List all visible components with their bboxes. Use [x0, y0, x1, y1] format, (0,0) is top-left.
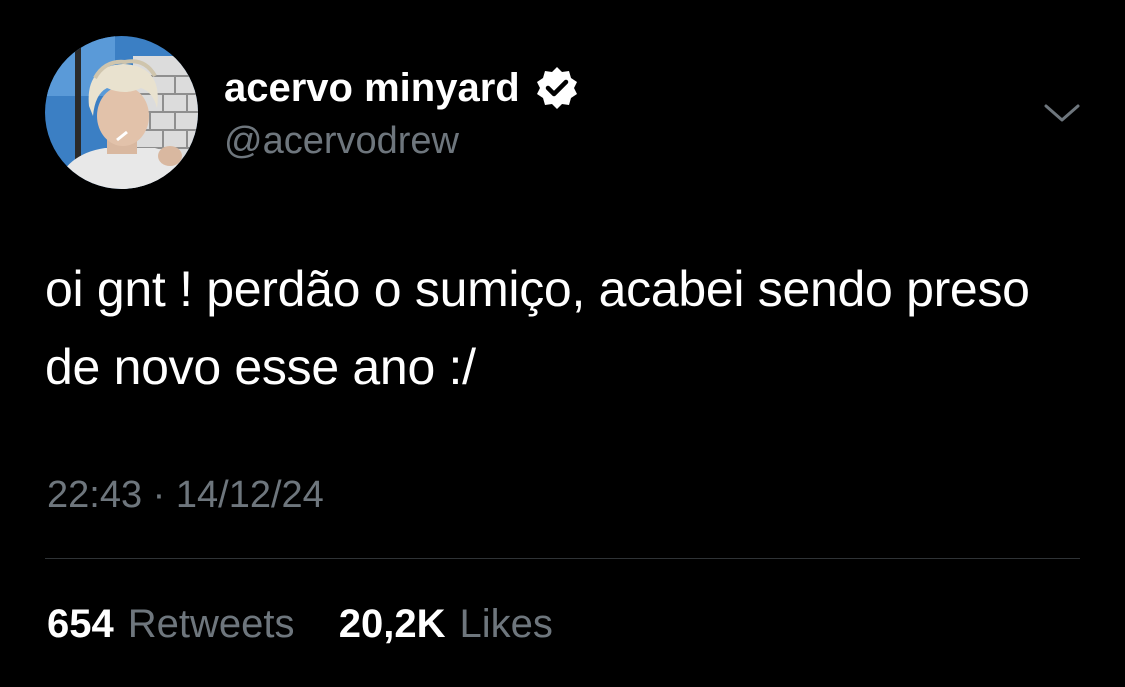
retweets-stat[interactable]: 654 Retweets: [47, 602, 306, 646]
tweet-text: oi gnt ! perdão o sumiço, acabei sendo p…: [45, 261, 1030, 395]
tweet-time: 22:43: [47, 474, 143, 516]
timestamp-separator: ·: [152, 474, 166, 516]
user-handle[interactable]: @acervodrew: [224, 117, 459, 165]
divider: [45, 558, 1080, 559]
tweet-date: 14/12/24: [175, 474, 324, 516]
tweet-timestamp[interactable]: 22:43 · 14/12/24: [47, 470, 324, 520]
avatar-photo-icon: [45, 36, 198, 189]
display-name[interactable]: acervo minyard: [224, 62, 580, 114]
retweets-label: Retweets: [127, 602, 295, 646]
likes-label: Likes: [459, 602, 553, 646]
engagement-stats: 654 Retweets 20,2K Likes: [47, 598, 553, 650]
chevron-down-icon[interactable]: [1042, 98, 1082, 128]
verified-badge-icon: [534, 65, 580, 111]
display-name-text: acervo minyard: [224, 66, 520, 110]
retweets-count: 654: [47, 602, 114, 646]
avatar[interactable]: [45, 36, 198, 189]
likes-stat[interactable]: 20,2K Likes: [328, 602, 553, 646]
tweet-card: acervo minyard @acervodrew oi gnt ! perd…: [0, 0, 1125, 687]
likes-count: 20,2K: [338, 602, 446, 646]
